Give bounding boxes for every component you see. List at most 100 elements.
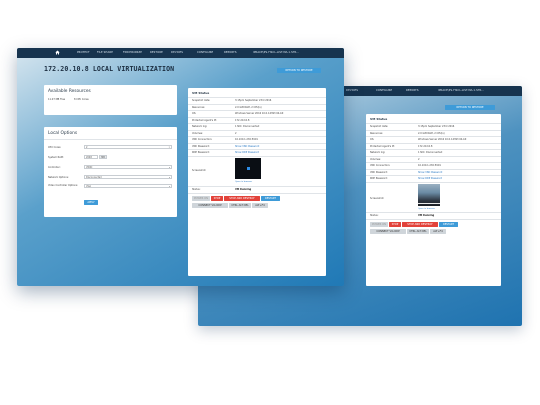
ram-unit-label: MB	[99, 155, 107, 159]
status-label: VNC Connection:	[192, 138, 213, 141]
available-resources-panel: Available Resources 11.07 MB Free 8 CPU …	[44, 85, 177, 115]
network-options-select[interactable]: Disconnected ▾	[84, 174, 172, 179]
alt-f4-button[interactable]: ALT+F4	[430, 229, 446, 234]
status-label: Resources:	[192, 105, 206, 109]
nav-devices[interactable]: DEVICES	[171, 51, 183, 54]
status-label: Volumes:	[370, 157, 381, 161]
stop-button[interactable]: STOP	[211, 196, 223, 201]
power-on-button[interactable]: POWER ON	[370, 222, 388, 227]
nav-reports[interactable]: REPORTS	[406, 89, 419, 92]
status-label: Status:	[370, 214, 379, 217]
status-label: Network log:	[192, 125, 208, 128]
status-value: Windows Server 2016 10.0.14393 64-bit	[418, 138, 467, 141]
chevron-down-icon: ▾	[168, 176, 170, 179]
show-rdp-password-link[interactable]: Show RDP Password	[418, 177, 442, 180]
page-title: 172.20.10.8 LOCAL VIRTUALIZATION	[44, 65, 175, 73]
vm-status-heading: VM Status	[192, 91, 210, 95]
show-vnc-password-link[interactable]: Show VNC Password	[418, 171, 442, 174]
nav-user-menu[interactable]: IPRACE\PS-FISCL-LIST.MA.1.STR...	[438, 89, 484, 92]
vm-status-panel: VM Status Snapshot date: 3:15pm Septembe…	[188, 88, 326, 276]
connect-via-rdp-button[interactable]: CONNECT VIA RDP	[192, 203, 228, 208]
show-rdp-password-link[interactable]: Show RDP Password	[235, 151, 259, 154]
status-value: 2	[235, 131, 237, 135]
status-label: OS:	[370, 138, 375, 141]
top-nav: PROTECT FILE SHARE FINCHRONIZE RESTORE D…	[17, 48, 344, 58]
nav-finchronize[interactable]: FINCHRONIZE	[123, 51, 142, 54]
status-value: 10.100.1.230:5901	[418, 164, 441, 167]
open-in-browser-link[interactable]: Open in browser	[418, 208, 435, 210]
status-value: 1 NIC: Disconnected	[235, 125, 260, 128]
open-in-browser-link[interactable]: Open in browser	[235, 181, 252, 183]
vm-screenshot[interactable]	[418, 184, 440, 206]
status-label: VNC Password:	[370, 170, 388, 174]
system-ram-input[interactable]: 2048	[84, 155, 98, 159]
return-to-restore-button[interactable]: RETURN TO RESTORE	[277, 68, 321, 73]
stop-button[interactable]: STOP	[389, 222, 401, 227]
nav-reports[interactable]: REPORTS	[224, 51, 237, 54]
status-label: Volumes:	[192, 131, 203, 135]
nav-configure[interactable]: CONFIGURE	[197, 51, 213, 54]
free-ram: 11.07 MB Free	[48, 98, 66, 101]
status-label: Screenshot:	[192, 169, 207, 172]
status-label: RDP Password:	[192, 151, 210, 154]
controller-label: Controller:	[48, 166, 61, 169]
local-options-heading: Local Options	[48, 131, 78, 136]
status-label: Protected Agent's IP:	[192, 118, 217, 122]
status-label: VNC Password:	[192, 144, 210, 148]
vm-status-panel: VM Status Snapshot date: 3:15pm Septembe…	[366, 114, 501, 286]
status-label: Status:	[192, 188, 201, 191]
video-controller-select[interactable]: VGA ▾	[84, 184, 172, 188]
restart-button[interactable]: RESTART	[439, 222, 458, 227]
network-options-label: Network Options:	[48, 175, 69, 179]
stepper-icon: ⇕	[168, 147, 170, 149]
return-to-restore-button[interactable]: RETURN TO RESTORE	[445, 105, 495, 110]
status-label: OS:	[192, 112, 197, 115]
status-value: 1 NIC: Disconnected	[418, 151, 443, 154]
vm-running-status: VM Running	[235, 188, 252, 191]
front-window: PROTECT FILE SHARE FINCHRONIZE RESTORE D…	[17, 48, 344, 286]
stop-and-destroy-button[interactable]: STOP AND DESTROY	[402, 222, 438, 227]
ctrl-alt-del-button[interactable]: CTRL ALT DEL	[229, 203, 251, 208]
status-label: Screenshot:	[370, 197, 385, 200]
status-value: 10.100.1.230:5901	[235, 138, 258, 141]
status-value: 3:15pm September 23rd 2016	[418, 125, 455, 128]
status-label: Resources:	[370, 131, 384, 135]
status-value: 2.0 GiB RAM, 2 CPU(s)	[235, 105, 262, 109]
windows-logo-icon	[246, 167, 250, 170]
status-label: VNC Connection:	[370, 164, 391, 167]
chevron-down-icon: ▾	[168, 167, 170, 169]
nav-user-menu[interactable]: IPRACE\PS-FISCL-LIST.MA.1.STR...	[253, 51, 299, 54]
nav-configure[interactable]: CONFIGURE	[376, 89, 392, 92]
cpu-cores-label: CPU Cores:	[48, 146, 62, 149]
status-label: Snapshot date:	[370, 125, 389, 128]
power-on-button[interactable]: POWER ON	[192, 196, 210, 201]
chevron-down-icon: ▾	[168, 186, 170, 188]
nav-restore[interactable]: RESTORE	[150, 51, 163, 54]
stop-and-destroy-button[interactable]: STOP AND DESTROY	[224, 196, 260, 201]
nav-devices[interactable]: DEVICES	[346, 89, 358, 92]
connect-via-rdp-button[interactable]: CONNECT VIA RDP	[370, 229, 406, 234]
cpu-cores-input[interactable]: 2 ⇕	[84, 145, 172, 149]
status-label: Protected Agent's IP:	[370, 144, 395, 148]
ctrl-alt-del-button[interactable]: CTRL ALT DEL	[407, 229, 429, 234]
status-value: 2.0 GiB RAM, 2 CPU(s)	[418, 131, 445, 135]
system-ram-label: System RAM:	[48, 156, 64, 159]
vm-running-status: VM Running	[418, 214, 435, 217]
controller-select[interactable]: VIRIO ▾	[84, 165, 172, 169]
vm-status-heading: VM Status	[370, 117, 388, 121]
status-value: 3:15pm September 23rd 2016	[235, 99, 272, 102]
status-label: Network log:	[370, 151, 386, 154]
alt-f4-button[interactable]: ALT+F4	[252, 203, 268, 208]
nav-protect[interactable]: PROTECT	[77, 51, 90, 54]
vm-screenshot[interactable]	[235, 158, 261, 179]
status-label: RDP Password:	[370, 177, 388, 180]
home-icon[interactable]	[55, 50, 60, 55]
restart-button[interactable]: RESTART	[261, 196, 280, 201]
video-controller-label: Video Controller Options:	[48, 184, 79, 187]
cpu-cores: 8 CPU Cores	[74, 98, 89, 101]
status-label: Snapshot date:	[192, 99, 211, 102]
apply-button[interactable]: APPLY	[84, 200, 98, 205]
local-options-panel: Local Options CPU Cores: 2 ⇕ System RAM: …	[44, 127, 177, 217]
nav-file-share[interactable]: FILE SHARE	[97, 51, 113, 54]
show-vnc-password-link[interactable]: Show VNC Password	[235, 145, 259, 148]
